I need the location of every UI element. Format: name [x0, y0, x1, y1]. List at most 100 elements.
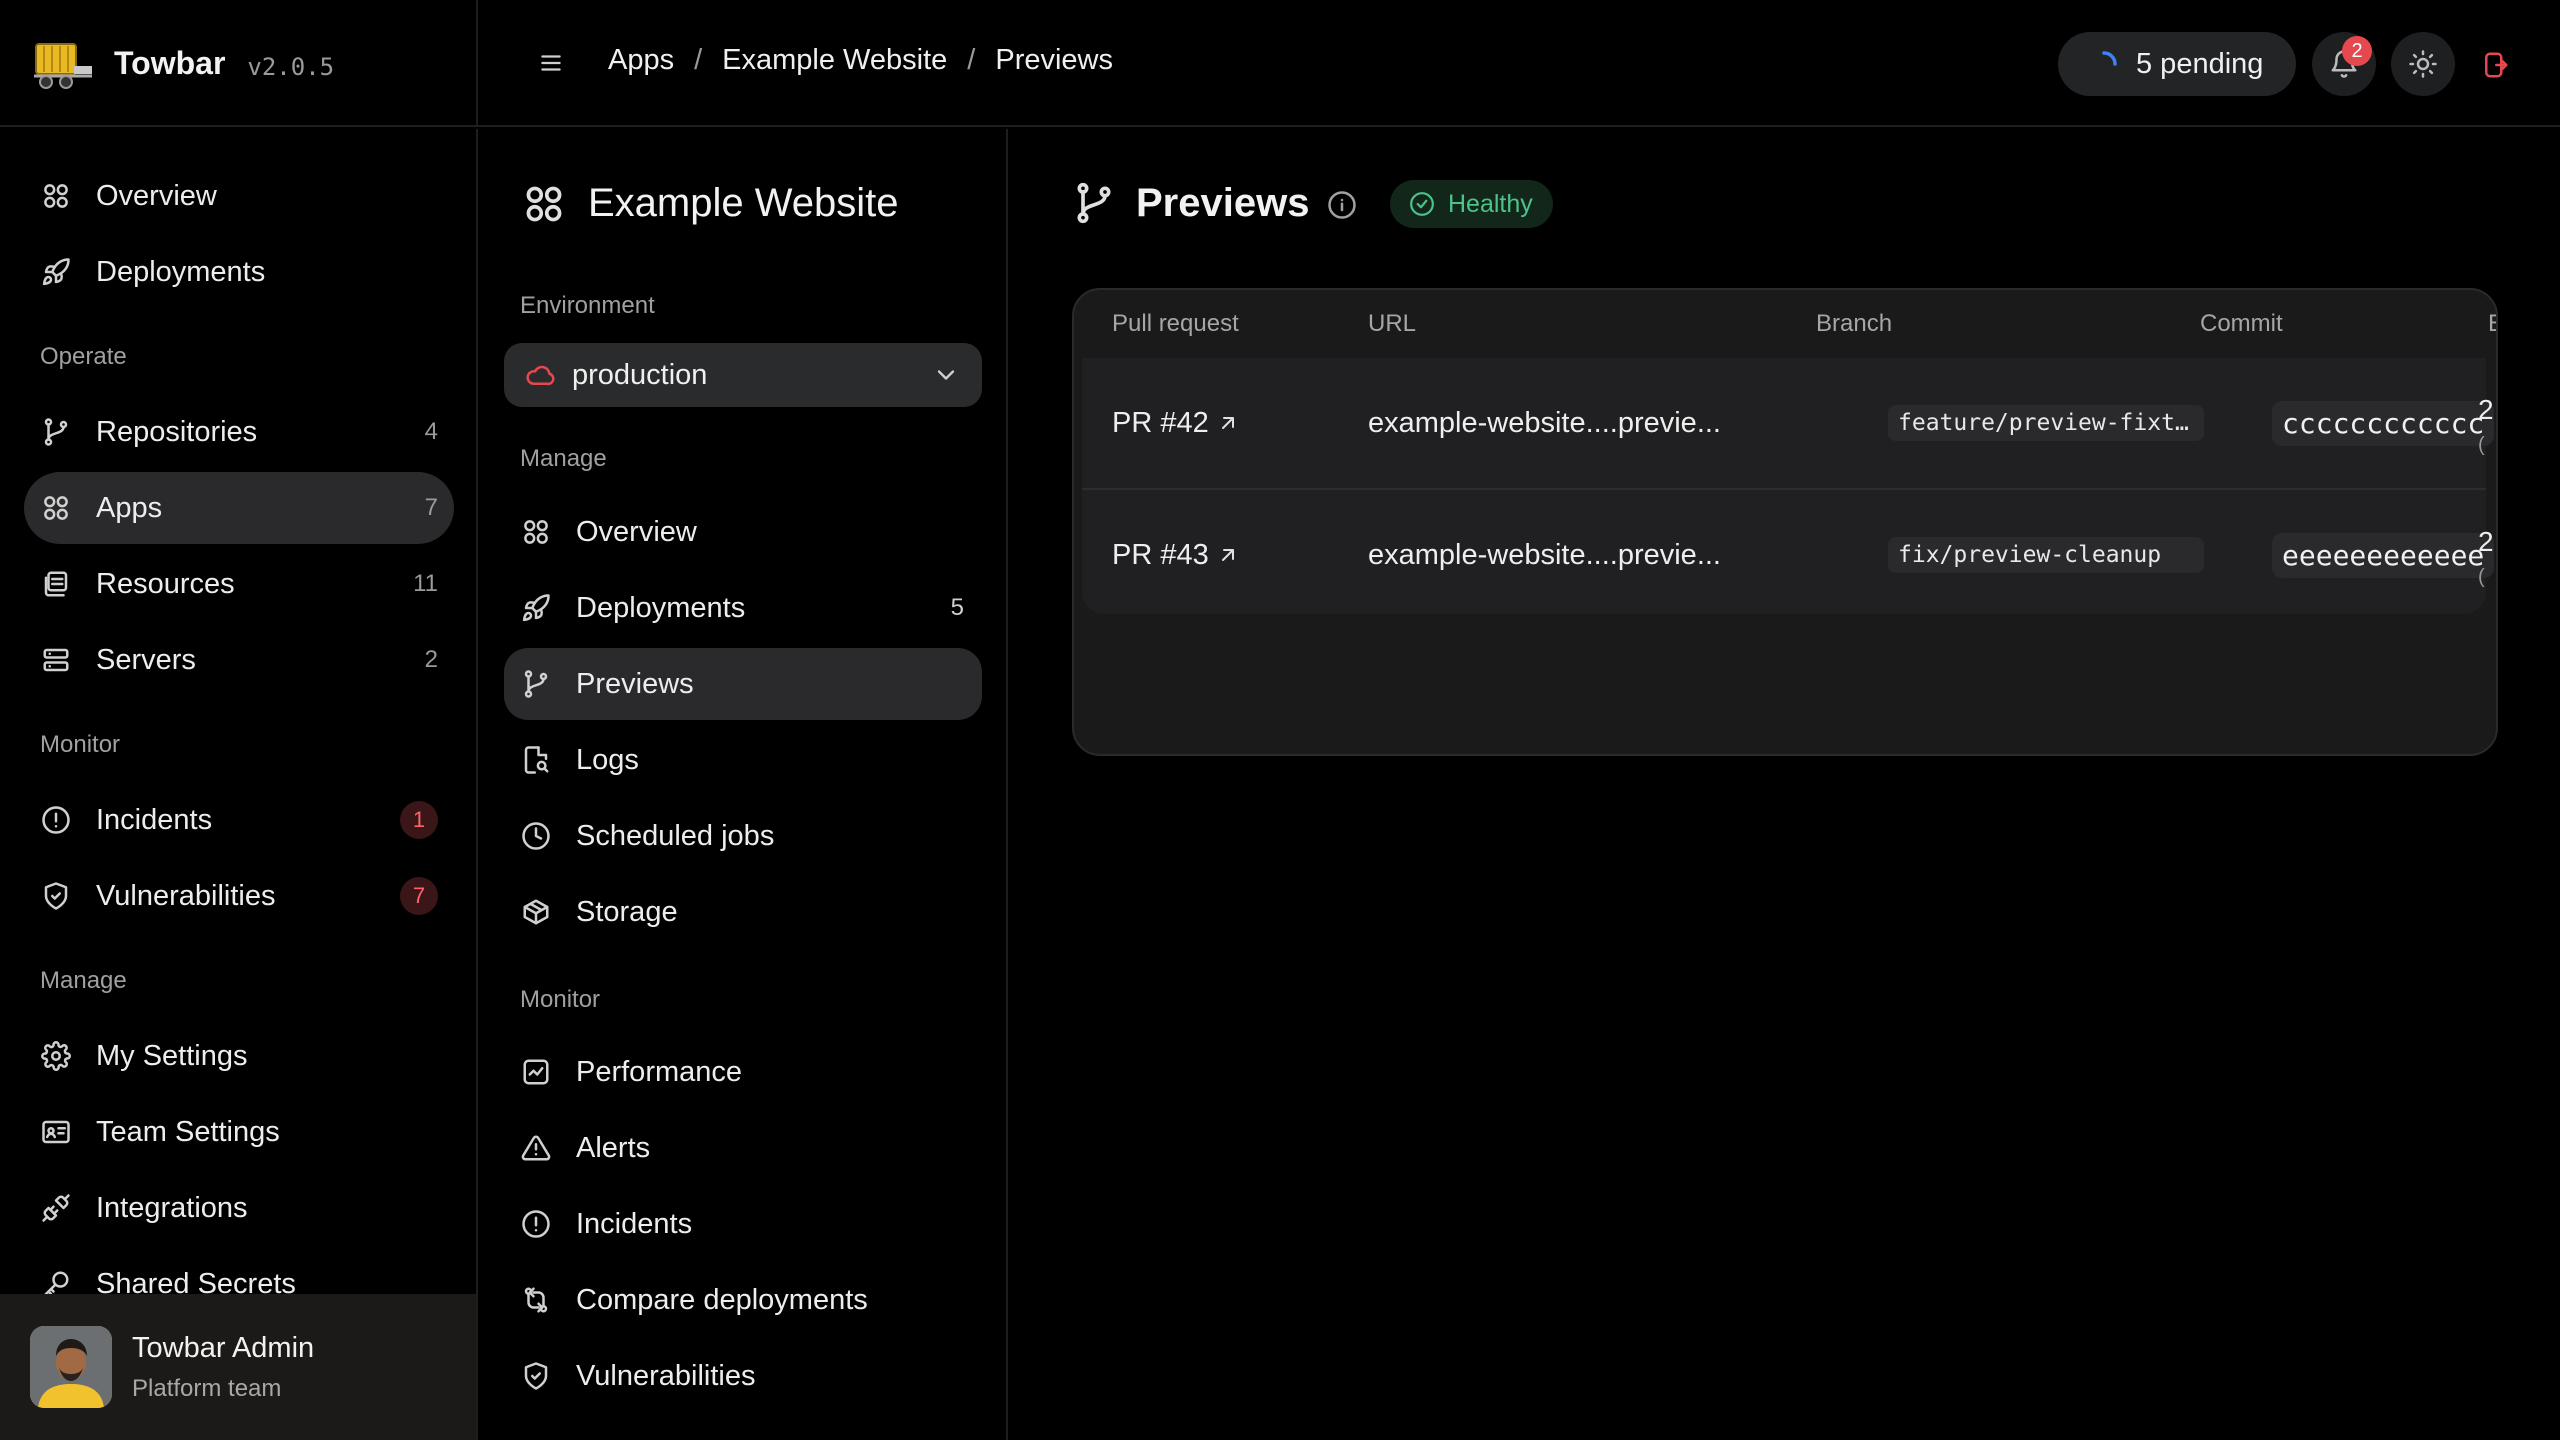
brand[interactable]: Towbar v2.0.5 — [0, 0, 478, 127]
box-icon — [520, 896, 552, 928]
sidebar-item-overview[interactable]: Overview — [24, 160, 454, 232]
app-nav-storage[interactable]: Storage — [504, 876, 982, 948]
breadcrumb-separator: / — [694, 44, 703, 76]
breadcrumb-previews: Previews — [995, 44, 1114, 76]
column-header-commit: Commit — [2200, 310, 2283, 337]
extra-bottom-text: ( — [2478, 434, 2485, 456]
git-branch-icon — [40, 416, 72, 448]
url-cell[interactable]: example-website....previe... — [1368, 490, 1721, 620]
branch-chip: feature/preview-fixt… — [1888, 405, 2204, 441]
activity-icon — [520, 1056, 552, 1088]
section-label-monitor: Monitor — [40, 731, 121, 758]
check-circle-icon — [1408, 190, 1436, 218]
table-row[interactable]: PR #42 example-website....previe... feat… — [1082, 358, 2495, 488]
sidebar-item-label: Team Settings — [96, 1115, 280, 1148]
sidebar-item-label: Repositories — [96, 415, 258, 448]
commit-chip: eeeeeeeeeeee — [2272, 532, 2495, 578]
section-label-manage: Manage — [40, 967, 127, 994]
app-nav-incidents[interactable]: Incidents — [504, 1188, 982, 1260]
app-nav-label: Overview — [576, 515, 697, 548]
breadcrumb-apps[interactable]: Apps — [608, 44, 674, 77]
app-nav-label: Vulnerabilities — [576, 1359, 756, 1392]
gear-icon — [40, 1040, 72, 1072]
column-header-branch: Branch — [1816, 310, 1893, 337]
avatar — [30, 1326, 112, 1408]
app-nav-performance[interactable]: Performance — [504, 1036, 982, 1108]
sidebar-item-apps[interactable]: Apps 7 — [24, 472, 454, 544]
main-content: Previews Healthy Pull request URL Branch… — [1010, 129, 2560, 1440]
section-label-manage: Manage — [520, 445, 607, 472]
hamburger-menu-icon[interactable] — [536, 46, 566, 80]
towbar-logo-icon — [30, 36, 96, 92]
sidebar-item-my-settings[interactable]: My Settings — [24, 1020, 454, 1092]
app-nav-vulnerabilities[interactable]: Vulnerabilities — [504, 1340, 982, 1412]
branch-chip: fix/preview-cleanup — [1888, 537, 2204, 573]
app-nav-label: Performance — [576, 1055, 743, 1088]
environment-select[interactable]: production — [504, 343, 982, 407]
sidebar-item-team-settings[interactable]: Team Settings — [24, 1096, 454, 1168]
pending-jobs-button[interactable]: 5 pending — [2058, 32, 2296, 96]
sidebar-item-label: Servers — [96, 643, 196, 676]
grid-icon — [40, 180, 72, 212]
app-nav-deployments[interactable]: Deployments 5 — [504, 572, 982, 644]
sidebar-item-vulnerabilities[interactable]: Vulnerabilities 7 — [24, 860, 454, 932]
app-nav-scheduled-jobs[interactable]: Scheduled jobs — [504, 800, 982, 872]
sidebar-item-integrations[interactable]: Integrations — [24, 1172, 454, 1244]
app-nav-label: Storage — [576, 895, 678, 928]
pr-link[interactable]: PR #43 — [1112, 539, 1241, 572]
breadcrumb-example-website[interactable]: Example Website — [722, 44, 947, 77]
theme-toggle-button[interactable] — [2391, 32, 2455, 96]
user-card[interactable]: Towbar Admin Platform team — [0, 1294, 476, 1440]
app-nav-logs[interactable]: Logs — [504, 724, 982, 796]
sidebar-item-servers[interactable]: Servers 2 — [24, 624, 454, 696]
deployments-count: 5 — [950, 594, 964, 621]
external-link-icon — [1215, 410, 1241, 436]
extra-top-text: 2 — [2478, 526, 2494, 557]
alert-circle-icon — [40, 804, 72, 836]
servers-count: 2 — [424, 646, 438, 673]
pr-link[interactable]: PR #42 — [1112, 407, 1241, 440]
app-nav-label: Incidents — [576, 1207, 693, 1240]
sidebar-item-label: Incidents — [96, 803, 213, 836]
notification-count-badge: 2 — [2342, 36, 2372, 66]
sidebar-item-incidents[interactable]: Incidents 1 — [24, 784, 454, 856]
chevron-down-icon — [932, 361, 960, 389]
notifications-button[interactable]: 2 — [2312, 32, 2376, 96]
external-link-icon — [1215, 542, 1241, 568]
app-nav-overview[interactable]: Overview — [504, 496, 982, 568]
extra-top-text: 2 — [2478, 394, 2494, 425]
resources-count: 11 — [413, 570, 438, 597]
database-icon — [40, 568, 72, 600]
page-title: Previews — [1072, 179, 1309, 227]
vulnerabilities-badge: 7 — [400, 877, 438, 915]
app-nav-compare-deployments[interactable]: Compare deployments — [504, 1264, 982, 1336]
app-nav-label: Logs — [576, 743, 639, 776]
sidebar-item-deployments[interactable]: Deployments — [24, 236, 454, 308]
spinner-icon — [2090, 50, 2118, 78]
app-title: Example Website — [522, 181, 899, 226]
url-cell[interactable]: example-website....previe... — [1368, 358, 1721, 488]
app-nav-previews[interactable]: Previews — [504, 648, 982, 720]
sidebar-item-label: Integrations — [96, 1191, 248, 1224]
repositories-count: 4 — [424, 418, 438, 445]
environment-label: Environment — [520, 292, 655, 319]
sidebar-item-repositories[interactable]: Repositories 4 — [24, 396, 454, 468]
shield-icon — [40, 880, 72, 912]
app-nav-label: Alerts — [576, 1131, 651, 1164]
grid-icon — [520, 516, 552, 548]
page-title-text: Previews — [1136, 180, 1310, 225]
sidebar-item-resources[interactable]: Resources 11 — [24, 548, 454, 620]
apps-count: 7 — [424, 494, 438, 521]
app-nav-label: Deployments — [576, 591, 746, 624]
table-row[interactable]: PR #43 example-website....previe... fix/… — [1082, 488, 2495, 620]
brand-version: v2.0.5 — [247, 52, 335, 81]
info-icon[interactable] — [1326, 189, 1358, 221]
main-sidebar: Overview Deployments Operate Repositorie… — [0, 129, 478, 1440]
clock-icon — [520, 820, 552, 852]
app-nav-label: Previews — [576, 667, 694, 700]
app-nav-label: Compare deployments — [576, 1283, 868, 1316]
logout-icon[interactable] — [2478, 48, 2512, 82]
git-branch-icon — [1072, 179, 1116, 227]
section-label-monitor: Monitor — [520, 986, 601, 1013]
app-nav-alerts[interactable]: Alerts — [504, 1112, 982, 1184]
